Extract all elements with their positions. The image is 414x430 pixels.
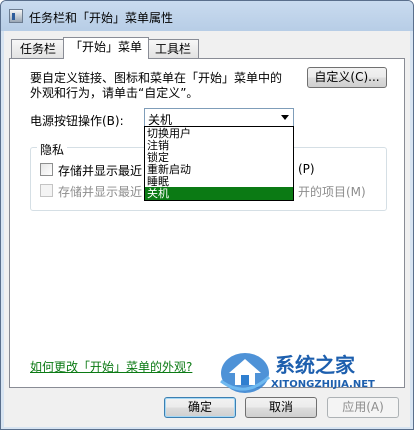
help-link[interactable]: 如何更改「开始」菜单的外观? [30,358,192,375]
dropdown-option-selected[interactable]: 关机 [145,187,293,200]
power-button-label: 电源按钮操作(B): [30,114,124,128]
tab-taskbar[interactable]: 任务栏 [11,39,65,58]
watermark-cn-text: 系统之家 [275,353,355,377]
site-watermark: 系统之家 XITONGZHIJIA.NET [215,343,411,399]
title-bar[interactable]: 任务栏和「开始」菜单属性 [1,1,413,31]
tab-start-menu[interactable]: 「开始」菜单 [63,37,149,59]
store-recent-items-shortcut: 开的项目(M) [298,185,366,199]
watermark-url-text: XITONGZHIJIA.NET [271,379,375,390]
tab-toolbars[interactable]: 工具栏 [147,39,199,58]
privacy-group-label: 隐私 [37,141,68,158]
window-title: 任务栏和「开始」菜单属性 [29,11,174,25]
power-action-select[interactable]: 关机 [144,108,294,127]
properties-window: 任务栏和「开始」菜单属性 任务栏 「开始」菜单 工具栏 要自定义链接、图标和菜单… [0,0,414,430]
cancel-button[interactable]: 取消 [245,397,317,418]
apply-button[interactable]: 应用(A) [327,397,399,418]
store-recent-items-label: 存储并显示最近 [58,185,143,199]
ok-button[interactable]: 确定 [164,397,236,418]
description-line-2: 外观和行为，请单击“自定义”。 [30,86,199,100]
store-recent-programs-label: 存储并显示最近 [58,164,143,178]
store-recent-items-checkbox[interactable] [40,184,53,197]
power-action-dropdown[interactable]: 切换用户 注销 锁定 重新启动 睡眠 关机 [144,126,294,201]
store-recent-programs-checkbox[interactable] [40,163,53,176]
chevron-down-icon[interactable] [281,115,289,120]
store-recent-programs-shortcut: (P) [298,162,315,176]
customize-button[interactable]: 自定义(C)... [307,67,387,88]
taskbar-app-icon [9,9,23,23]
